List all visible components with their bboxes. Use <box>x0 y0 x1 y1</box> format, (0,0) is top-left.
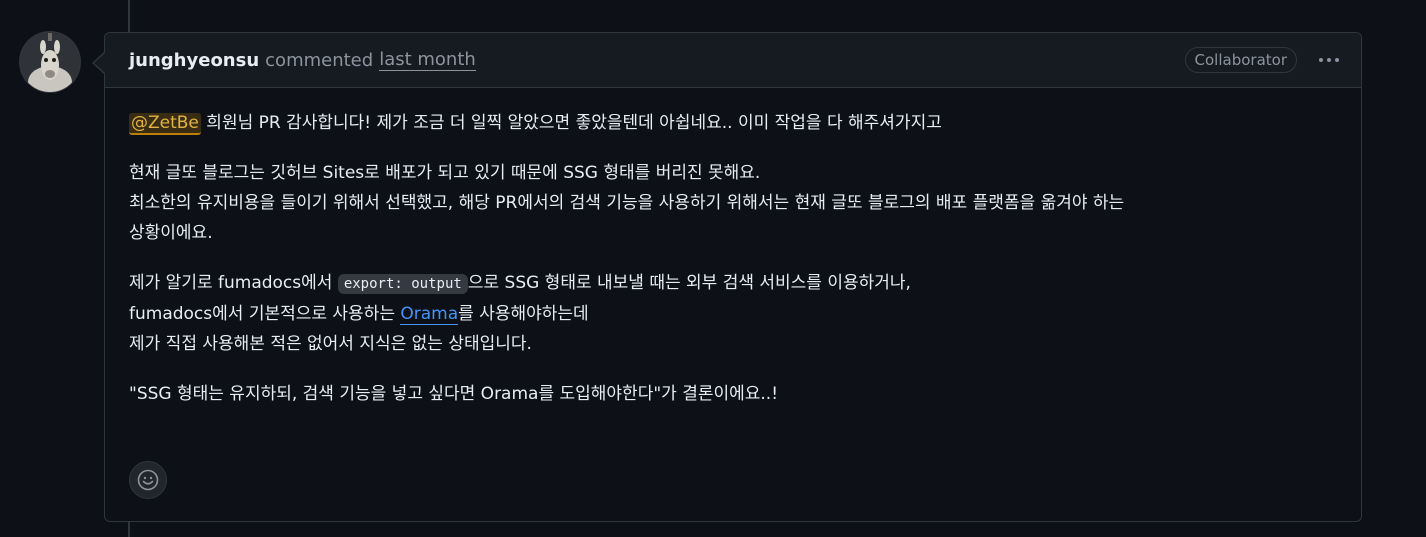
paragraph-text: 희원님 PR 감사합니다! 제가 조금 더 일찍 알았으면 좋았을텐데 아쉽네요… <box>200 113 942 133</box>
comment-header: junghyeonsu commented last month Collabo… <box>105 33 1361 88</box>
comment-timestamp[interactable]: last month <box>379 49 476 71</box>
paragraph-line: 상황이에요. <box>129 223 213 243</box>
comment-pointer-fill <box>94 53 105 73</box>
author-name[interactable]: junghyeonsu <box>129 50 259 71</box>
comment-paragraph: 현재 글또 블로그는 깃허브 Sites로 배포가 되고 있기 때문에 SSG … <box>129 158 1337 248</box>
comment-action: commented <box>265 49 374 71</box>
smiley-icon[interactable] <box>129 461 167 499</box>
comment-box: junghyeonsu commented last month Collabo… <box>104 32 1362 522</box>
avatar[interactable] <box>20 32 80 92</box>
user-mention[interactable]: @ZetBe <box>129 113 201 135</box>
paragraph-text: 를 사용해야하는데 <box>458 304 589 324</box>
paragraph-line: "SSG 형태는 유지하되, 검색 기능을 넣고 싶다면 Orama를 도입해야… <box>129 384 779 404</box>
comment-paragraph: @ZetBe 희원님 PR 감사합니다! 제가 조금 더 일찍 알았으면 좋았을… <box>129 108 1337 138</box>
kebab-horizontal-icon[interactable] <box>1313 48 1345 72</box>
comment-paragraph: "SSG 형태는 유지하되, 검색 기능을 넣고 싶다면 Orama를 도입해야… <box>129 379 1337 409</box>
paragraph-text: 제가 알기로 fumadocs에서 <box>129 273 338 293</box>
timeline-connector-bottom <box>128 522 130 537</box>
timeline: junghyeonsu commented last month Collabo… <box>0 0 1426 537</box>
comment-body: @ZetBe 희원님 PR 감사합니다! 제가 조금 더 일찍 알았으면 좋았을… <box>105 88 1361 409</box>
inline-code: export: output <box>337 274 468 294</box>
paragraph-text: fumadocs에서 기본적으로 사용하는 <box>129 304 401 324</box>
paragraph-line: 현재 글또 블로그는 깃허브 Sites로 배포가 되고 있기 때문에 SSG … <box>129 163 761 183</box>
timeline-connector-top <box>128 0 130 34</box>
paragraph-text: 으로 SSG 형태로 내보낼 때는 외부 검색 서비스를 이용하거나, <box>467 273 911 293</box>
collaborator-badge: Collaborator <box>1184 47 1297 73</box>
paragraph-line: 제가 직접 사용해본 적은 없어서 지식은 없는 상태입니다. <box>129 334 532 354</box>
paragraph-line: 최소한의 유지비용을 들이기 위해서 선택했고, 해당 PR에서의 검색 기능을… <box>129 193 1125 213</box>
orama-link[interactable]: Orama <box>400 304 459 325</box>
comment-paragraph: 제가 알기로 fumadocs에서 export: output 으로 SSG 형… <box>129 268 1337 359</box>
